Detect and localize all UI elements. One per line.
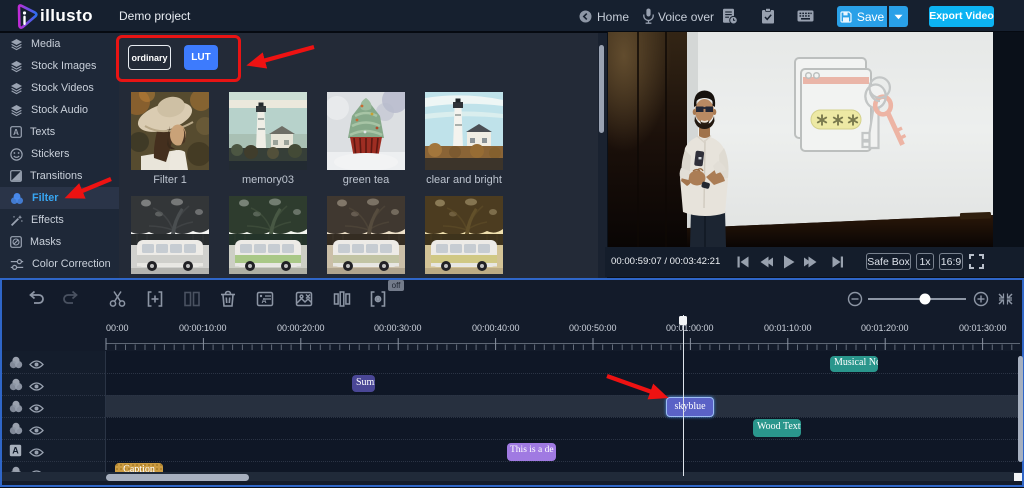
svg-text:A: A [12,446,19,456]
